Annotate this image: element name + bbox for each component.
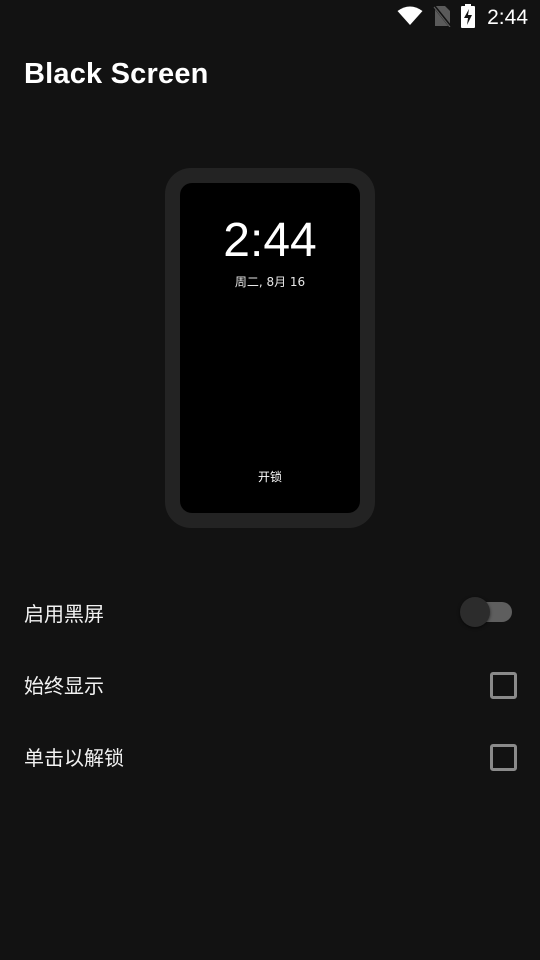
setting-tap-to-unlock[interactable]: 单击以解锁 [0, 720, 540, 792]
preview-date: 周二, 8月 16 [234, 275, 306, 289]
enable-black-screen-toggle[interactable] [460, 597, 512, 627]
setting-always-show[interactable]: 始终显示 [0, 648, 540, 720]
settings-list: 启用黑屏 始终显示 单击以解锁 [0, 576, 540, 792]
status-bar: 2:44 [0, 0, 540, 36]
always-show-checkbox[interactable] [490, 672, 517, 699]
toggle-thumb [460, 597, 490, 627]
preview-unlock-label: 开锁 [257, 470, 282, 484]
setting-label: 始终显示 [24, 673, 104, 698]
phone-preview-screen: 2:44 周二, 8月 16 开锁 [180, 183, 360, 513]
battery-charging-icon [461, 4, 476, 32]
preview-clock: 2:44 [223, 214, 317, 267]
tap-to-unlock-checkbox[interactable] [490, 744, 517, 771]
setting-label: 单击以解锁 [24, 745, 124, 770]
app-title: Black Screen [24, 58, 209, 90]
status-time: 2:44 [487, 6, 528, 29]
phone-preview-frame: 2:44 周二, 8月 16 开锁 [165, 168, 375, 528]
setting-label: 启用黑屏 [24, 601, 104, 626]
setting-enable-black-screen[interactable]: 启用黑屏 [0, 576, 540, 648]
no-sim-icon [432, 5, 452, 31]
status-icons: 2:44 [397, 4, 528, 32]
wifi-icon [397, 6, 423, 30]
